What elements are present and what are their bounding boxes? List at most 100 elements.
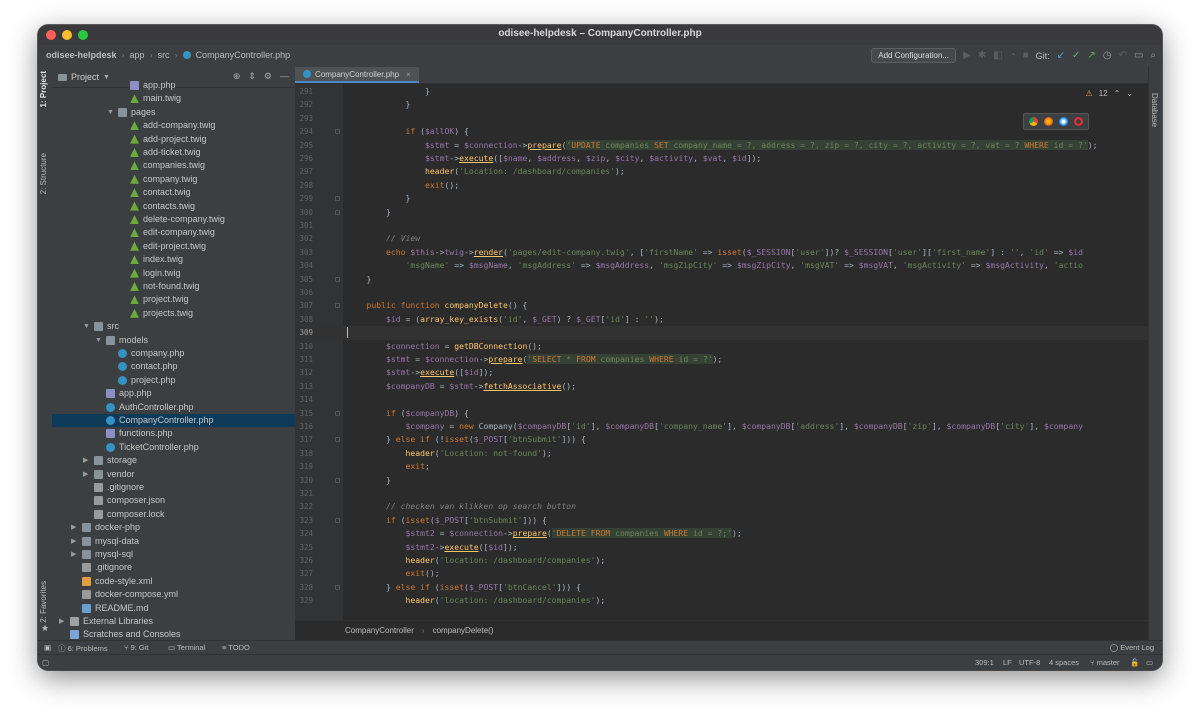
run-icon[interactable]: ▶ <box>963 50 971 62</box>
git-commit-icon[interactable]: ✓ <box>1072 50 1080 62</box>
rollback-icon[interactable]: ↶ <box>1119 50 1127 62</box>
tree-item[interactable]: TicketController.php <box>52 441 295 454</box>
code-line[interactable]: 300 } <box>295 206 1149 219</box>
search-icon[interactable]: ⌕ <box>1150 50 1156 62</box>
code-line[interactable]: 326 header('location: /dashboard/compani… <box>295 554 1149 567</box>
code-text[interactable]: } <box>347 98 410 111</box>
chevron-down-icon[interactable]: ▼ <box>95 334 103 347</box>
code-text[interactable]: // View <box>347 232 420 245</box>
code-line[interactable]: 318 header('Location: not-found'); <box>295 447 1149 460</box>
tree-item[interactable]: .gitignore <box>52 561 295 574</box>
problems-button[interactable]: ⓘ 6: Problems <box>58 643 108 654</box>
code-line[interactable]: 294 if ($allOK) { <box>295 125 1149 138</box>
code-text[interactable]: $stmt2 = $connection->prepare('DELETE FR… <box>347 527 742 540</box>
chevron-right-icon[interactable]: ▶ <box>71 535 79 548</box>
code-line[interactable]: 291 } <box>295 85 1149 98</box>
tree-item[interactable]: ▶ External Libraries <box>52 615 295 628</box>
code-text[interactable]: header('Location: /dashboard/companies')… <box>347 165 625 178</box>
chevron-right-icon[interactable]: ▶ <box>71 548 79 561</box>
fold-marker-icon[interactable] <box>335 209 340 215</box>
tab-database-tool[interactable]: Database <box>1150 93 1159 127</box>
tree-item[interactable]: edit-company.twig <box>52 226 295 239</box>
tree-item[interactable]: ▶ mysql-sql <box>52 548 295 561</box>
tab-project-tool[interactable]: 1: Project <box>39 71 48 107</box>
inspection-widget[interactable]: ⚠ 12 ⌃ ⌄ <box>1086 89 1133 98</box>
tree-item[interactable]: ▼ src <box>52 320 295 333</box>
firefox-icon[interactable] <box>1044 117 1053 126</box>
code-text[interactable]: $stmt = $connection->prepare('UPDATE com… <box>347 139 1098 152</box>
opera-icon[interactable] <box>1074 117 1083 126</box>
tree-item[interactable]: functions.php <box>52 427 295 440</box>
project-structure-icon[interactable]: ▭ <box>1134 50 1143 62</box>
fold-marker-icon[interactable] <box>335 196 340 202</box>
profile-icon[interactable]: ◔ <box>1010 50 1016 62</box>
coverage-icon[interactable]: ◧ <box>993 50 1002 62</box>
add-configuration-button[interactable]: Add Configuration... <box>871 48 956 63</box>
fold-marker-icon[interactable] <box>335 276 340 282</box>
code-text[interactable]: header('Location: not-found'); <box>347 447 551 460</box>
chevron-up-icon[interactable]: ⌃ <box>1114 89 1121 98</box>
code-text[interactable]: header('location: /dashboard/companies')… <box>347 594 605 607</box>
code-text[interactable]: exit(); <box>347 179 459 192</box>
code-line[interactable]: 305 } <box>295 273 1149 286</box>
code-text[interactable]: exit; <box>347 460 429 473</box>
code-line[interactable]: 292 } <box>295 98 1149 111</box>
code-text[interactable]: } <box>347 206 391 219</box>
tree-item[interactable]: add-project.twig <box>52 133 295 146</box>
tree-item[interactable]: company.php <box>52 347 295 360</box>
git-push-icon[interactable]: ↗ <box>1087 50 1095 62</box>
code-line[interactable]: 297 header('Location: /dashboard/compani… <box>295 165 1149 178</box>
code-text[interactable]: $connection = getDBConnection(); <box>347 340 542 353</box>
fold-marker-icon[interactable] <box>335 477 340 483</box>
tab-companycontroller[interactable]: CompanyController.php × <box>295 67 419 83</box>
tree-item[interactable]: not-found.twig <box>52 280 295 293</box>
tree-item[interactable]: code-style.xml <box>52 575 295 588</box>
code-line[interactable]: 315 if ($companyDB) { <box>295 407 1149 420</box>
code-line[interactable]: 314 <box>295 393 1149 406</box>
code-line[interactable]: 325 $stmt2->execute([$id]); <box>295 541 1149 554</box>
code-line[interactable]: 310 $connection = getDBConnection(); <box>295 340 1149 353</box>
code-line[interactable]: 311 $stmt = $connection->prepare('SELECT… <box>295 353 1149 366</box>
debug-icon[interactable]: ✱ <box>978 50 986 62</box>
tree-item[interactable]: main.twig <box>52 92 295 105</box>
tree-item[interactable]: CompanyController.php <box>52 414 295 428</box>
code-line[interactable]: 322 // checken van klikken op search but… <box>295 500 1149 513</box>
code-line[interactable]: 303 echo $this->twig->render('pages/edit… <box>295 246 1149 259</box>
code-line[interactable]: 308 $id = (array_key_exists('id', $_GET)… <box>295 313 1149 326</box>
code-text[interactable]: $id = (array_key_exists('id', $_GET) ? $… <box>347 313 664 326</box>
tree-item[interactable]: README.md <box>52 602 295 615</box>
tree-item[interactable]: edit-project.twig <box>52 240 295 253</box>
code-text[interactable]: } <box>347 85 430 98</box>
line-separator[interactable]: LF <box>1003 658 1012 667</box>
code-line[interactable]: 328 } else if (isset($_POST['btnCancel']… <box>295 581 1149 594</box>
tree-item[interactable]: ▼ pages <box>52 106 295 119</box>
code-text[interactable]: $companyDB = $stmt->fetchAssociative(); <box>347 380 576 393</box>
git-update-icon[interactable]: ↙ <box>1057 50 1065 62</box>
tree-item[interactable]: project.twig <box>52 293 295 306</box>
code-line[interactable]: 327 exit(); <box>295 567 1149 580</box>
code-text[interactable]: } <box>347 192 410 205</box>
code-line[interactable]: 319 exit; <box>295 460 1149 473</box>
caret-position[interactable]: 309:1 <box>975 658 994 667</box>
code-line[interactable]: 296 $stmt->execute([$name, $address, $zi… <box>295 152 1149 165</box>
crumb-src[interactable]: src <box>158 50 170 60</box>
code-text[interactable]: $company = new Company($companyDB['id'],… <box>347 420 1082 433</box>
crumb-file[interactable]: CompanyController.php <box>196 50 291 60</box>
chevron-right-icon[interactable]: ▶ <box>83 454 91 467</box>
fold-marker-icon[interactable] <box>335 517 340 523</box>
code-lines[interactable]: 291 } 292 } 293 294 if ($allOK) {295 $stmt … <box>295 83 1149 620</box>
stop-icon[interactable]: ■ <box>1023 50 1029 62</box>
git-button[interactable]: ⑂ 9: Git <box>124 643 149 652</box>
code-line[interactable]: 298 exit(); <box>295 179 1149 192</box>
tree-item[interactable]: docker-compose.yml <box>52 588 295 601</box>
fold-marker-icon[interactable] <box>335 584 340 590</box>
chevron-down-icon[interactable]: ▼ <box>83 320 91 333</box>
code-text[interactable]: echo $this->twig->render('pages/edit-com… <box>347 246 1083 259</box>
code-line[interactable]: 323 if (isset($_POST['btnSubmit'])) { <box>295 514 1149 527</box>
chevron-right-icon[interactable]: ▶ <box>71 521 79 534</box>
fold-marker-icon[interactable] <box>335 303 340 309</box>
history-icon[interactable]: ◷ <box>1103 50 1112 62</box>
code-line[interactable]: 306 <box>295 286 1149 299</box>
tree-item[interactable]: company.twig <box>52 173 295 186</box>
panel-toggle-icon[interactable]: ▢ <box>42 658 49 667</box>
